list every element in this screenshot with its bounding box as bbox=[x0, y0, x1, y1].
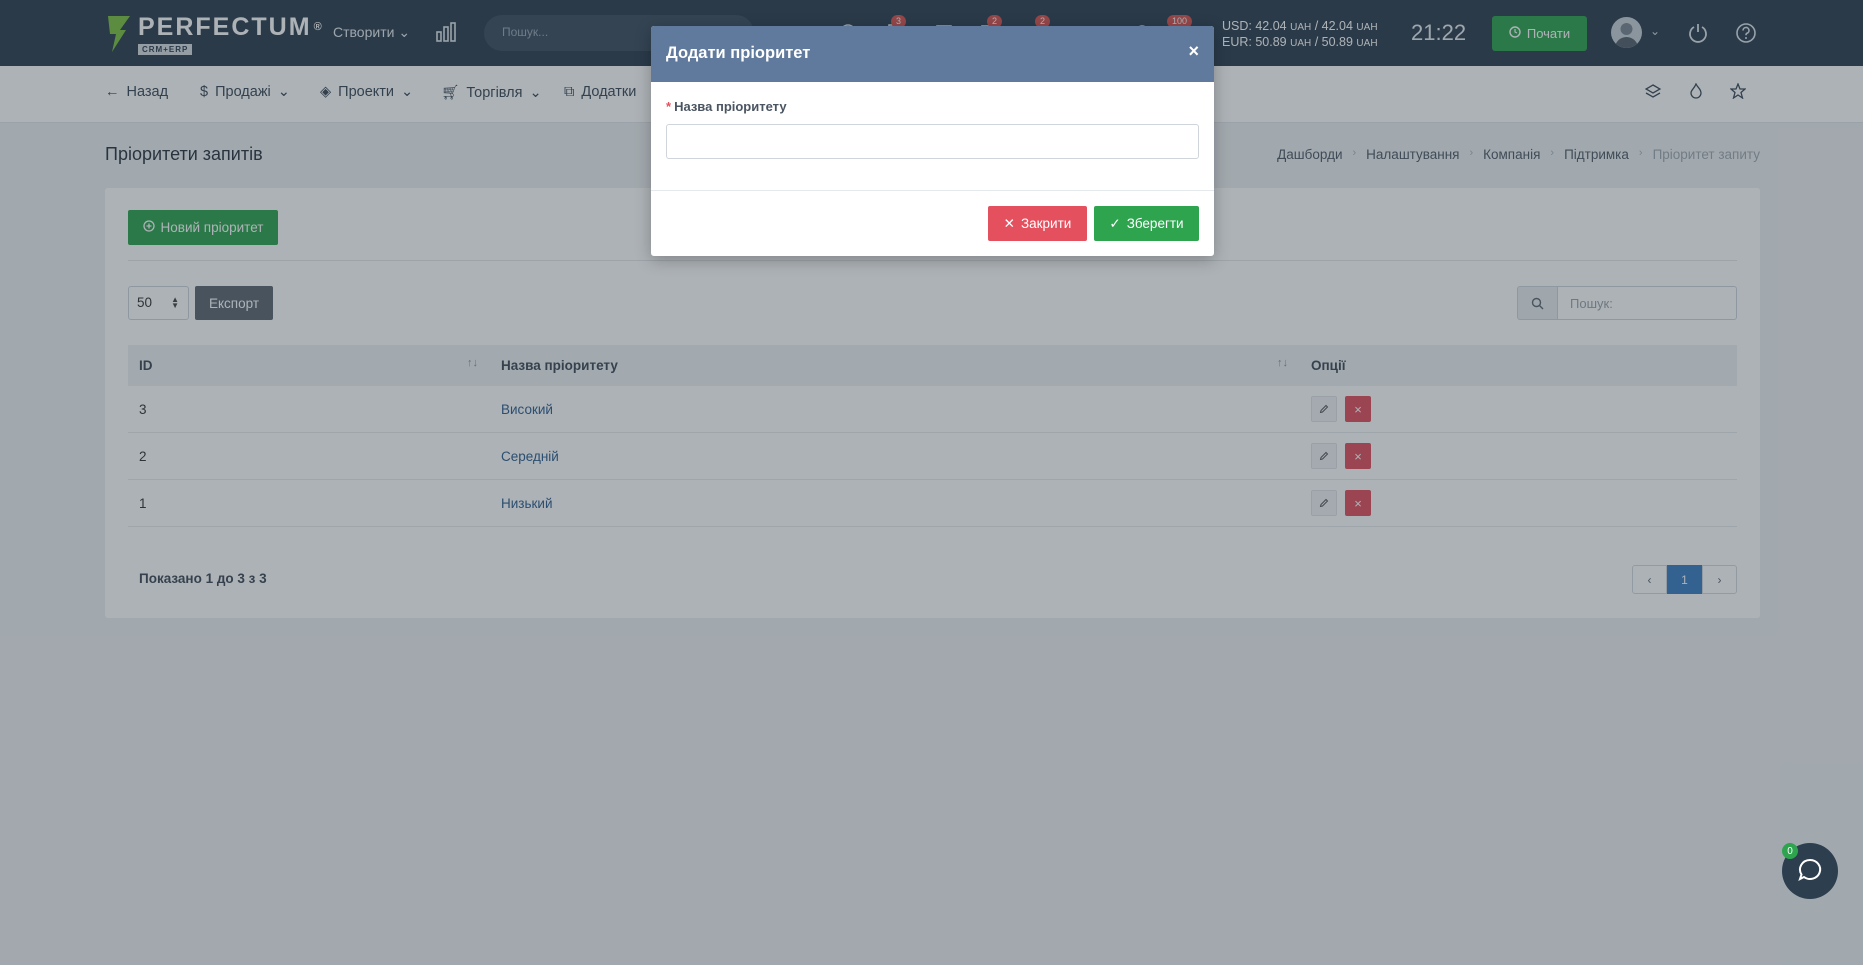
chat-bubble-icon bbox=[1797, 857, 1823, 886]
modal-header: Додати пріоритет × bbox=[651, 26, 1214, 82]
check-icon: ✓ bbox=[1109, 215, 1121, 231]
save-button-label: Зберегти bbox=[1126, 216, 1184, 231]
close-button[interactable]: ✕ Закрити bbox=[988, 206, 1087, 241]
priority-name-input[interactable] bbox=[666, 124, 1199, 159]
save-button[interactable]: ✓ Зберегти bbox=[1094, 206, 1199, 241]
chat-badge: 0 bbox=[1782, 843, 1798, 859]
close-button-label: Закрити bbox=[1020, 216, 1072, 231]
required-marker: * bbox=[666, 99, 672, 114]
close-icon[interactable]: × bbox=[1188, 41, 1199, 62]
modal-title: Додати пріоритет bbox=[666, 44, 811, 62]
close-icon: ✕ bbox=[1003, 215, 1015, 231]
add-priority-modal: Додати пріоритет × * Назва пріоритету ✕ З… bbox=[651, 26, 1214, 256]
priority-name-label: * Назва пріоритету bbox=[666, 99, 787, 114]
divider bbox=[651, 190, 1214, 191]
